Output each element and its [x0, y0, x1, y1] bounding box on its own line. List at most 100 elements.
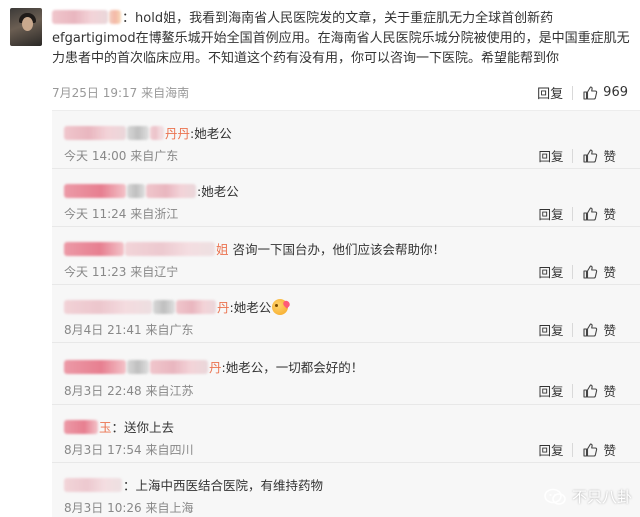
blurred-username[interactable] [64, 184, 126, 198]
divider [572, 383, 574, 398]
reply-item: 丹:她老公，一切都会好的！ 8月3日 22:48 来自江苏 回复 赞 [52, 343, 640, 405]
blurred-name-part [150, 126, 164, 140]
blurred-avatar-text [153, 300, 175, 314]
reply-meta: 今天 14:00 来自广东 [64, 147, 178, 164]
reply-text: 姐 咨询一下国台办，他们应该会帮助你！ [64, 239, 445, 258]
reply-meta: 8月4日 21:41 来自广东 [64, 321, 194, 338]
avatar-face [22, 17, 33, 31]
reply-item: 丹丹:她老公 今天 14:00 来自广东 回复 赞 [52, 111, 640, 169]
thumbs-up-icon [583, 264, 598, 279]
reply-text: 丹丹:她老公 [64, 123, 232, 142]
reply-button[interactable]: 回复 [538, 204, 563, 223]
like-count: 969 [603, 85, 628, 100]
watermark: 不只八卦 [544, 486, 632, 507]
blurred-avatar-text [127, 184, 145, 198]
thumbs-up-icon [583, 85, 598, 100]
reply-meta: 8月3日 17:54 来自四川 [64, 441, 194, 458]
like-label: 赞 [603, 323, 616, 338]
reply-item: 玉：送你上去 8月3日 17:54 来自四川 回复 赞 [52, 405, 640, 463]
divider [572, 85, 574, 100]
reply-time: 今天 11:24 [64, 207, 127, 221]
reply-body: ：上海中西医结合医院，有维持药物 [123, 478, 324, 493]
reply-time: 今天 14:00 [64, 149, 127, 163]
reply-item: 丹:她老公 8月4日 21:41 来自广东 回复 赞 [52, 285, 640, 343]
reply-name-tail[interactable]: 姐 [216, 242, 229, 257]
reply-name-tail[interactable]: 玉 [99, 420, 112, 435]
reply-text: 丹:她老公 [64, 297, 289, 316]
reply-text: 玉：送你上去 [64, 417, 174, 436]
blurred-username[interactable] [64, 242, 124, 256]
main-comment-meta: 7月25日 19:17 来自海南 [52, 84, 189, 101]
reply-location: 来自广东 [145, 323, 194, 337]
main-comment-body: hold姐，我看到海南省人民医院发的文章，关于重症肌无力全球首创新药efgart… [52, 11, 630, 66]
reply-actions: 回复 赞 [538, 204, 616, 223]
blurred-username[interactable] [64, 300, 152, 314]
like-label: 赞 [603, 384, 616, 399]
reply-location: 来自四川 [145, 443, 194, 457]
main-comment-text: ：hold姐，我看到海南省人民医院发的文章，关于重症肌无力全球首创新药efgar… [52, 9, 632, 69]
like-button[interactable]: 赞 [582, 262, 616, 281]
reply-name-tail[interactable]: 丹丹 [165, 126, 190, 141]
reply-text: :她老公 [64, 181, 239, 200]
reply-button[interactable]: 回复 [538, 262, 563, 281]
blurred-avatar-text [127, 360, 149, 374]
like-label: 赞 [603, 149, 616, 164]
reply-button[interactable]: 回复 [537, 83, 563, 102]
blurred-username[interactable] [52, 10, 108, 24]
main-comment-actions: 回复 969 [537, 83, 628, 102]
kiss-emoji-icon [272, 299, 289, 315]
blurred-username[interactable] [64, 478, 122, 492]
reply-item: 姐 咨询一下国台办，他们应该会帮助你！ 今天 11:23 来自辽宁 回复 赞 [52, 227, 640, 285]
like-button[interactable]: 赞 [582, 320, 616, 339]
reply-list: 丹丹:她老公 今天 14:00 来自广东 回复 赞 :她老公 今天 11:24 … [52, 110, 640, 517]
reply-text: ：上海中西医结合医院，有维持药物 [64, 475, 323, 494]
reply-time: 8月3日 10:26 [64, 501, 142, 515]
reply-item: :她老公 今天 11:24 来自浙江 回复 赞 [52, 169, 640, 227]
blurred-avatar-text [127, 126, 149, 140]
divider [572, 264, 574, 279]
blurred-name-part [146, 184, 196, 198]
like-label: 赞 [603, 207, 616, 222]
like-label: 赞 [603, 265, 616, 280]
reply-location: 来自浙江 [130, 207, 179, 221]
reply-name-tail[interactable]: 丹 [209, 360, 222, 375]
reply-meta: 今天 11:24 来自浙江 [64, 205, 178, 222]
reply-time: 今天 11:23 [64, 265, 127, 279]
divider [572, 322, 574, 337]
reply-button[interactable]: 回复 [538, 381, 563, 400]
reply-time: 8月3日 17:54 [64, 443, 142, 457]
thumbs-up-icon [583, 442, 598, 457]
reply-time: 8月3日 22:48 [64, 384, 142, 398]
divider [572, 148, 574, 163]
like-button[interactable]: 969 [582, 85, 628, 101]
like-button[interactable]: 赞 [582, 146, 616, 165]
like-button[interactable]: 赞 [582, 204, 616, 223]
blurred-username[interactable] [64, 420, 98, 434]
main-comment: ：hold姐，我看到海南省人民医院发的文章，关于重症肌无力全球首创新药efgar… [0, 0, 640, 108]
divider [572, 206, 574, 221]
thumbs-up-icon [583, 206, 598, 221]
avatar[interactable] [10, 8, 42, 46]
reply-button[interactable]: 回复 [538, 146, 563, 165]
reply-body: 咨询一下国台办，他们应该会帮助你！ [228, 242, 445, 257]
blurred-username-emoji [109, 10, 121, 24]
reply-time: 8月4日 21:41 [64, 323, 142, 337]
like-button[interactable]: 赞 [582, 440, 616, 459]
like-button[interactable]: 赞 [582, 381, 616, 400]
reply-button[interactable]: 回复 [538, 440, 563, 459]
reply-meta: 今天 11:23 来自辽宁 [64, 263, 178, 280]
reply-location: 来自江苏 [145, 384, 194, 398]
reply-location: 来自辽宁 [130, 265, 179, 279]
reply-location: 来自上海 [145, 501, 194, 515]
like-label: 赞 [603, 443, 616, 458]
divider [572, 442, 574, 457]
reply-button[interactable]: 回复 [538, 320, 563, 339]
thumbs-up-icon [583, 383, 598, 398]
reply-actions: 回复 赞 [538, 381, 616, 400]
reply-name-tail[interactable]: 丹 [217, 300, 230, 315]
reply-body: :她老公，一切都会好的！ [221, 360, 364, 375]
reply-body: ：送你上去 [111, 420, 175, 435]
blurred-username[interactable] [64, 360, 126, 374]
reply-meta: 8月3日 22:48 来自江苏 [64, 382, 194, 399]
blurred-username[interactable] [64, 126, 126, 140]
